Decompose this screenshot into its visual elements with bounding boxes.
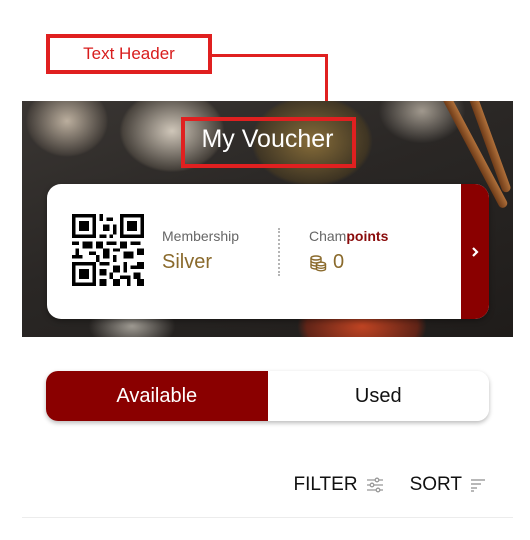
qr-code-icon[interactable] [72,214,144,286]
card-divider [278,228,280,276]
annotation-highlight-box [181,117,356,168]
list-divider [22,517,513,518]
champoints-value: 0 [309,251,344,274]
voucher-tabs: Available Used [46,371,489,421]
membership-card[interactable]: Membership Silver Champoints 0 [47,184,489,319]
champoints-label-prefix: Cham [309,228,347,244]
membership-tier: Silver [162,251,213,273]
membership-label: Membership [162,228,240,244]
annotation-label: Text Header [46,34,212,74]
tab-available[interactable]: Available [46,371,268,421]
filter-sort-bar: FILTER SORT [294,474,486,496]
sort-button[interactable]: SORT [410,474,486,496]
filter-sliders-icon [366,477,383,493]
sort-lines-icon [471,479,485,492]
coin-stack-icon [310,254,327,272]
champoints-label: Champoints [309,228,388,244]
annotation-label-text: Text Header [83,44,175,63]
sort-label: SORT [409,474,462,495]
champoints-count: 0 [333,251,345,273]
champoints-label-highlight: points [346,228,389,244]
chevron-right-icon [472,246,479,257]
card-expand-button[interactable] [461,184,489,319]
filter-button[interactable]: FILTER [294,474,384,496]
filter-label: FILTER [293,474,358,495]
annotation-connector-horizontal [212,54,328,57]
tab-used[interactable]: Used [267,371,489,421]
